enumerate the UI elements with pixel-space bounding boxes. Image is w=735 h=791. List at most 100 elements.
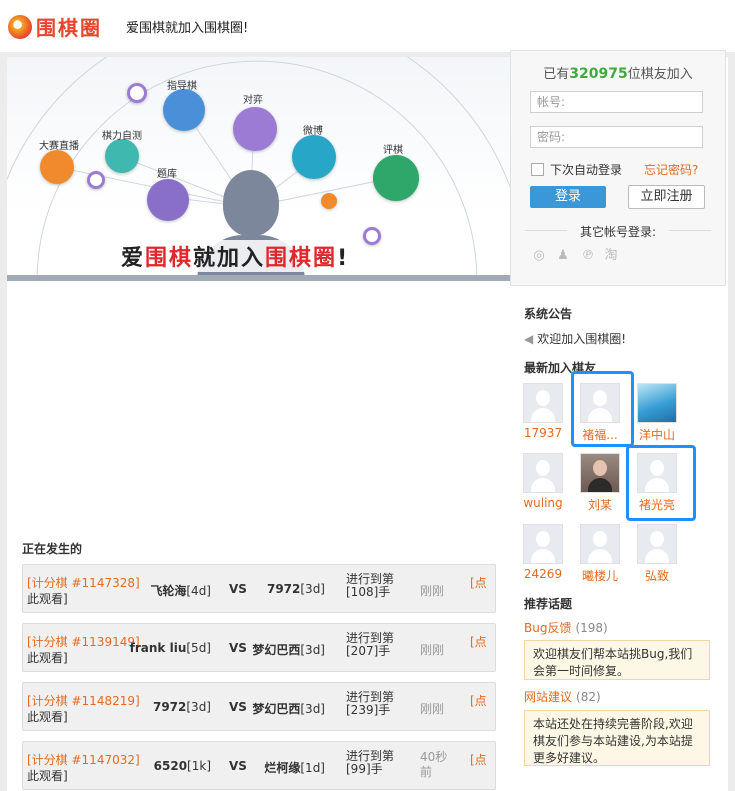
player-one: 7972[3d]	[153, 700, 211, 714]
game-tag-link[interactable]: [计分棋 #1147032]	[27, 751, 140, 768]
dot-icon	[87, 171, 105, 189]
game-row[interactable]: [计分棋 #1139149] 此观看] frank liu[5d] VS 梦幻巴…	[22, 623, 496, 672]
member-card[interactable]: 刘某	[572, 453, 628, 513]
vs-label: VS	[229, 582, 247, 596]
game-row[interactable]: [计分棋 #1147328] 此观看] 飞轮海[4d] VS 7972[3d] …	[22, 564, 496, 613]
banner-label-selftest: 棋力自测	[102, 131, 142, 142]
vs-label: VS	[229, 641, 247, 655]
member-name: 24269	[523, 567, 563, 581]
player-rank: [3d]	[300, 643, 325, 657]
player-name: frank liu	[129, 641, 187, 655]
joined-number: 320975	[569, 66, 628, 82]
selftest-bubble-icon[interactable]	[105, 139, 139, 173]
member-card[interactable]: 24269	[515, 524, 571, 581]
tao-icon[interactable]: 淘	[604, 249, 618, 263]
player-rank: [5d]	[186, 641, 211, 655]
game-tag-link[interactable]: [计分棋 #1139149]	[27, 633, 140, 650]
topic-count: (82)	[576, 690, 601, 704]
announcement-title: 系统公告	[524, 307, 573, 321]
banner-label-review: 评棋	[383, 145, 403, 156]
game-progress: 进行到第 [207]手	[346, 631, 395, 658]
login-button[interactable]: 登录	[530, 186, 606, 208]
logo-icon	[8, 14, 32, 39]
review-bubble-icon[interactable]	[373, 155, 419, 201]
game-bubble-icon[interactable]	[233, 107, 277, 151]
other-login-label: 其它帐号登录:	[511, 223, 725, 240]
watch-link-start[interactable]: [点	[470, 574, 487, 591]
player-rank: [3d]	[300, 582, 325, 596]
game-row[interactable]: [计分棋 #1148219] 此观看] 7972[3d] VS 梦幻巴西[3d]…	[22, 682, 496, 731]
weibo-icon[interactable]: ◎	[532, 249, 546, 263]
player-name: 7972	[266, 582, 301, 596]
highlight-box	[626, 445, 696, 521]
player-rank: [3d]	[186, 700, 211, 714]
player-two: 烂柯缘[1d]	[264, 759, 325, 776]
problems-bubble-icon[interactable]	[147, 179, 189, 221]
live-bubble-icon[interactable]	[40, 150, 74, 184]
game-row[interactable]: [计分棋 #1147032] 此观看] 6520[1k] VS 烂柯缘[1d] …	[22, 741, 496, 790]
forgot-password-link[interactable]: 忘记密码?	[644, 161, 698, 178]
player-two: 梦幻巴西[3d]	[252, 641, 325, 658]
topic-link[interactable]: 网站建议 (82)	[524, 688, 601, 705]
hero-banner: 大赛直播 棋力自测 指导棋 题库 对弈 微博 评棋 爱围棋就加入围棋圈!	[7, 57, 510, 281]
watch-link[interactable]: 此观看]	[27, 649, 68, 666]
player-name: 飞轮海	[150, 584, 187, 598]
member-name: 弘致	[644, 569, 669, 583]
avatar	[637, 524, 677, 564]
player-rank: [1d]	[300, 761, 325, 775]
player-rank: [4d]	[186, 584, 211, 598]
player-two: 梦幻巴西[3d]	[252, 700, 325, 717]
top-header: 围棋圈 爱围棋就加入围棋圈!	[0, 0, 735, 52]
member-name: 刘某	[587, 498, 612, 512]
watch-link-start[interactable]: [点	[470, 633, 487, 650]
member-card[interactable]: 洋中山	[629, 383, 685, 443]
member-card[interactable]: wuling	[515, 453, 571, 510]
game-tag-link[interactable]: [计分棋 #1147328]	[27, 574, 140, 591]
p-icon[interactable]: ℗	[581, 249, 595, 263]
account-input[interactable]: 帐号:	[530, 91, 703, 113]
avatar	[580, 453, 620, 493]
watch-link[interactable]: 此观看]	[27, 767, 68, 784]
watch-link-start[interactable]: [点	[470, 751, 487, 768]
slogan-part: !	[337, 246, 350, 271]
announcement-item[interactable]: ◀ 欢迎加入围棋圈!	[524, 330, 626, 347]
player-name: 6520	[153, 759, 188, 773]
site-logo[interactable]: 围棋圈	[8, 12, 102, 41]
topic-title: 网站建议	[524, 690, 573, 704]
game-time: 刚刚	[420, 584, 445, 598]
topic-count: (198)	[575, 621, 608, 635]
remember-me[interactable]: 下次自动登录	[531, 161, 622, 178]
guide-bubble-icon[interactable]	[163, 89, 205, 131]
vs-label: VS	[229, 700, 247, 714]
player-one: 6520[1k]	[154, 759, 211, 773]
avatar	[523, 453, 563, 493]
watch-link[interactable]: 此观看]	[27, 590, 68, 607]
watch-link[interactable]: 此观看]	[27, 708, 68, 725]
vs-label: VS	[229, 759, 247, 773]
remember-checkbox[interactable]	[531, 163, 544, 176]
watch-link-start[interactable]: [点	[470, 692, 487, 709]
topic-description: 本站还处在持续完善阶段,欢迎棋友们参与本站建设,为本站提更多好建议。	[524, 710, 710, 766]
banner-label-problems: 题库	[157, 169, 177, 180]
joined-prefix: 已有	[543, 67, 570, 82]
topic-link[interactable]: Bug反馈 (198)	[524, 619, 608, 636]
avatar-silhouette	[223, 170, 279, 236]
header-slogan: 爱围棋就加入围棋圈!	[126, 21, 249, 36]
dot-icon	[127, 83, 147, 103]
banner-base	[7, 275, 510, 281]
weibo-bubble-icon[interactable]	[292, 135, 336, 179]
password-input[interactable]: 密码:	[530, 126, 703, 148]
slogan-part: 爱	[121, 246, 146, 271]
qq-icon[interactable]: ♟	[556, 249, 570, 263]
register-button[interactable]: 立即注册	[628, 185, 705, 209]
member-card[interactable]: 曦楼儿	[572, 524, 628, 584]
member-card[interactable]: 17937	[515, 383, 571, 440]
slogan-part: 围棋圈	[265, 246, 338, 271]
member-card[interactable]: 弘致	[629, 524, 685, 584]
game-tag-link[interactable]: [计分棋 #1148219]	[27, 692, 140, 709]
announcement-text: 欢迎加入围棋圈!	[537, 332, 627, 346]
dot-icon	[363, 227, 381, 245]
banner-label-guide: 指导棋	[167, 81, 197, 92]
topic-title: Bug反馈	[524, 621, 572, 635]
avatar	[523, 524, 563, 564]
